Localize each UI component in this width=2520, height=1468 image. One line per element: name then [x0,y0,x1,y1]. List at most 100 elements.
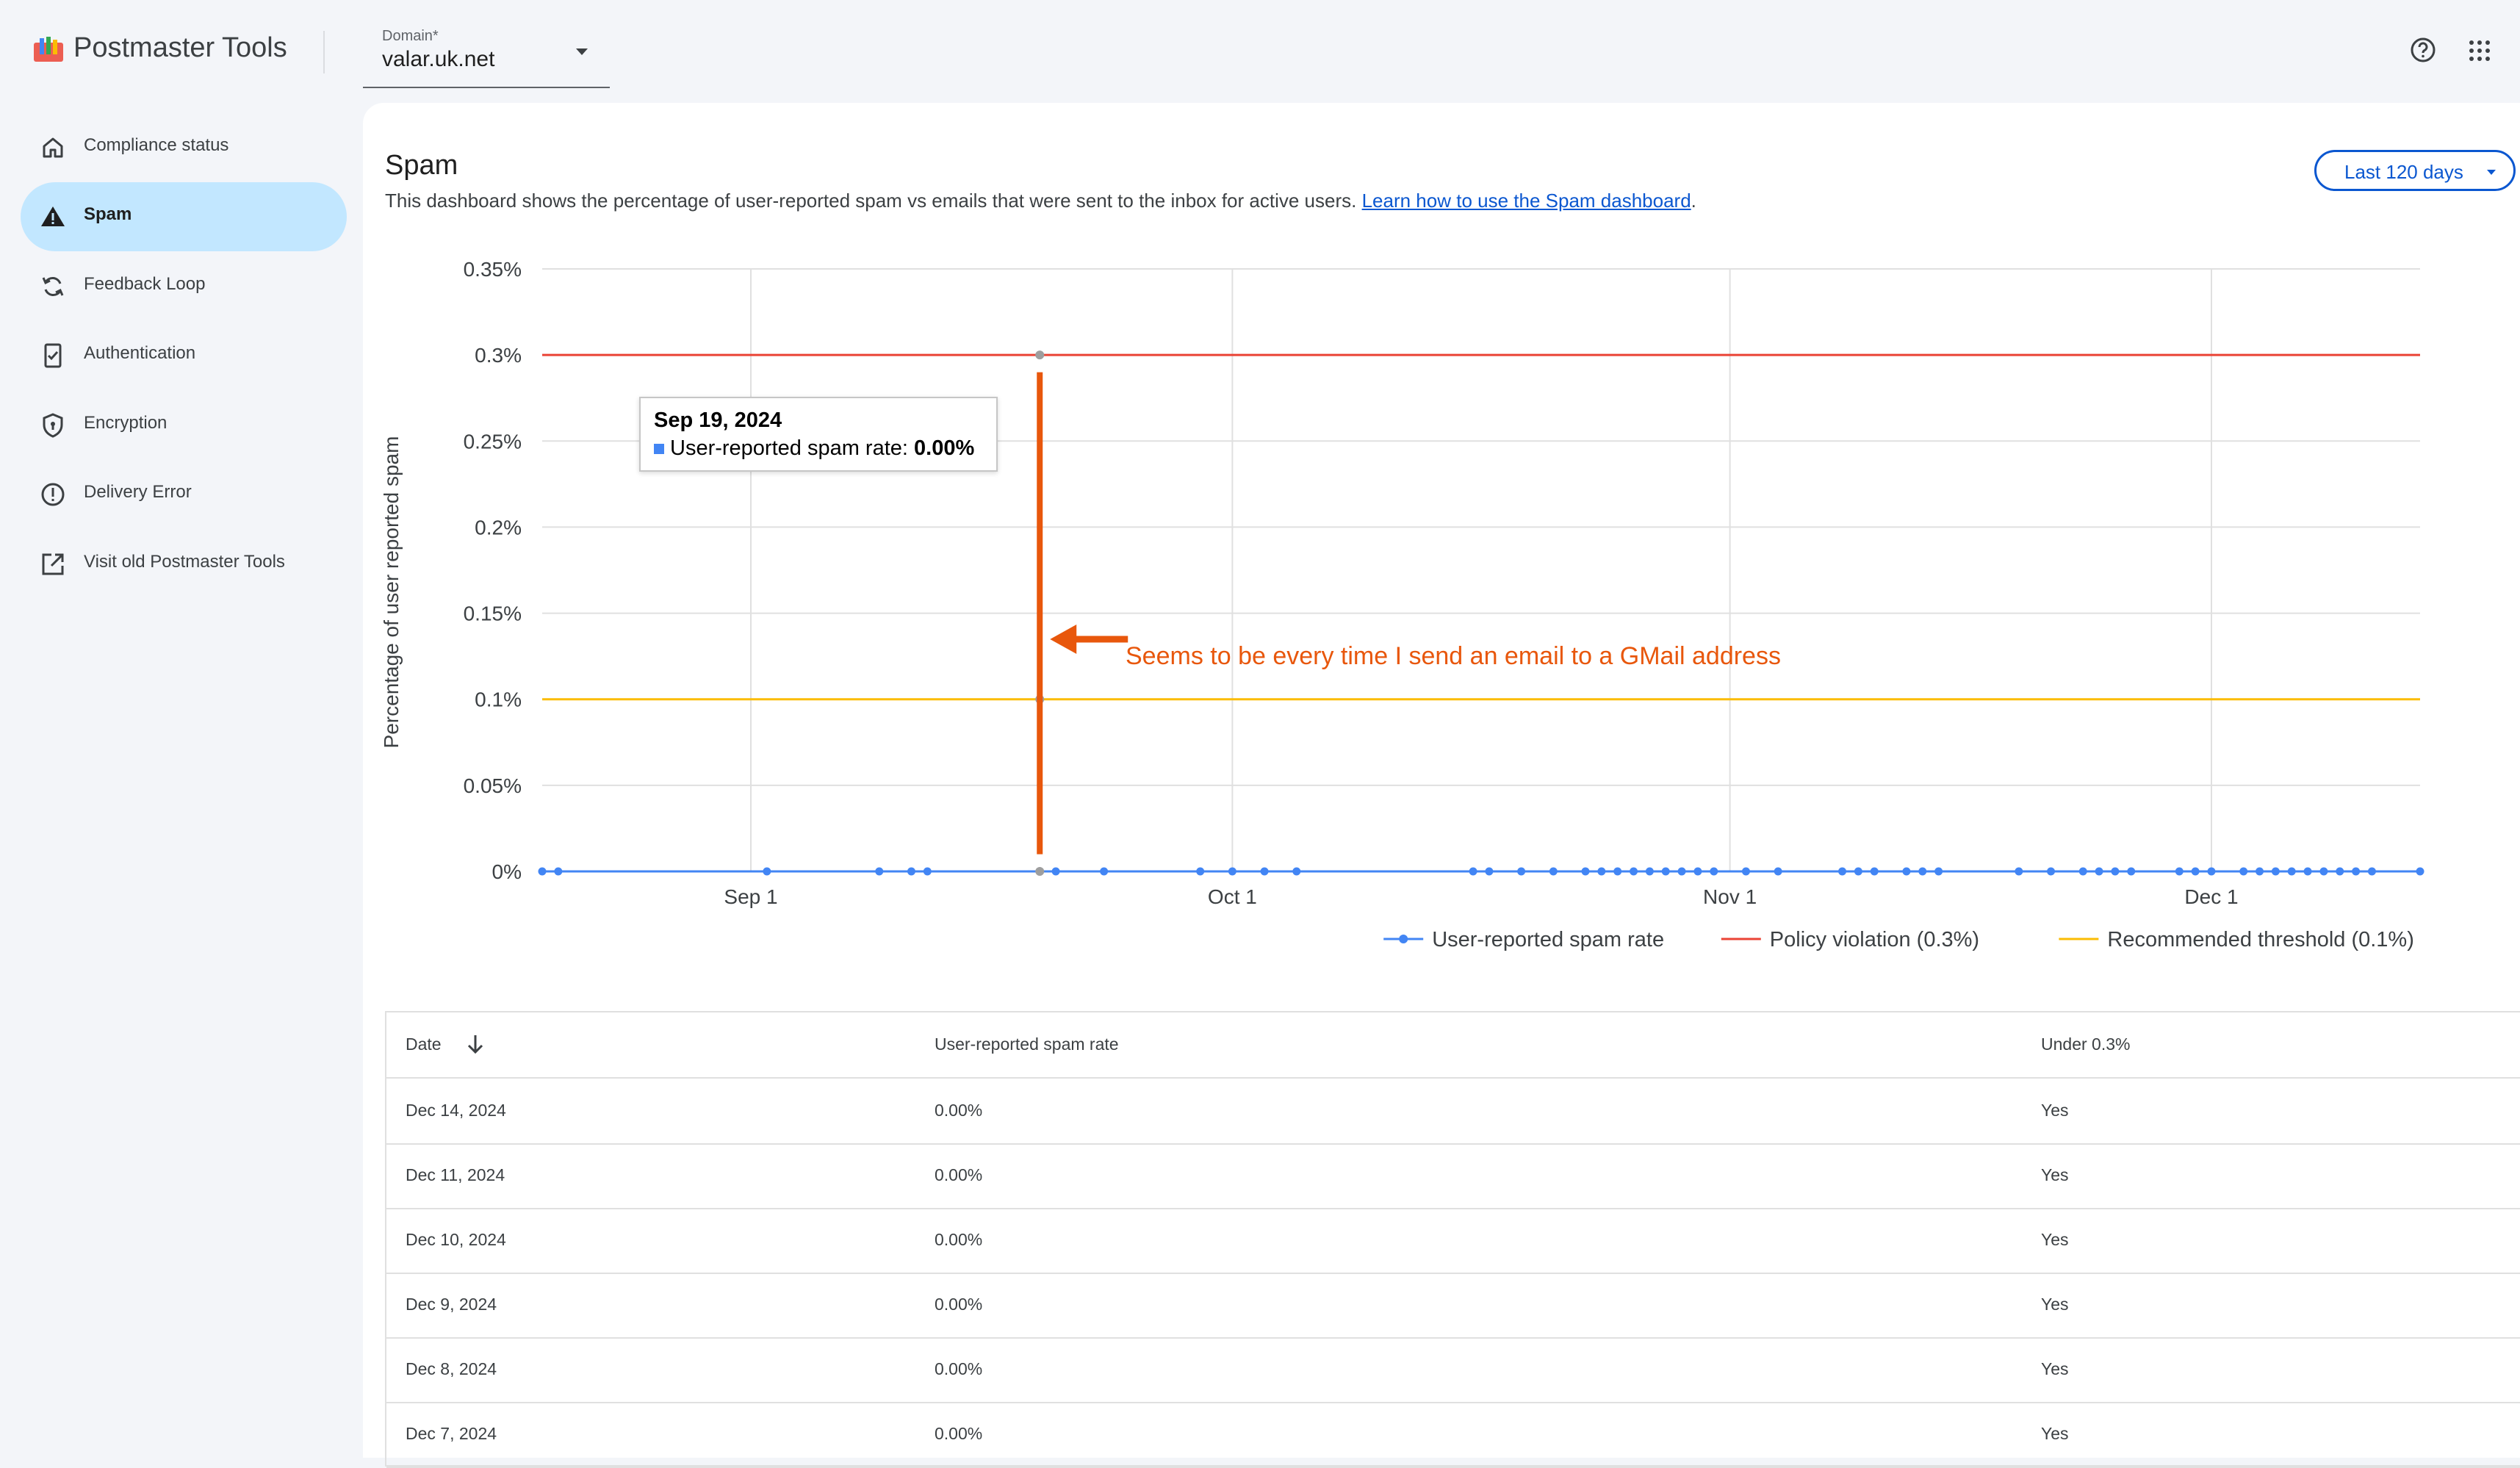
x-tick-label: Dec 1 [2184,885,2238,908]
shield-icon [43,413,63,438]
data-point [554,867,563,876]
dropdown-caret-icon [576,48,588,55]
data-point [2111,867,2120,876]
error-icon [41,483,65,506]
legend-swatch-dot [1399,935,1408,943]
y-tick-label: 0.2% [475,516,522,539]
legend-label: Policy violation (0.3%) [1770,928,1979,951]
sidebar-item-compliance-status[interactable]: Compliance status [21,113,347,182]
data-point [1630,867,1638,876]
sidebar-item-authentication[interactable]: Authentication [21,321,347,390]
data-point [2078,867,2087,876]
data-point [875,867,884,876]
data-point [1485,867,1494,876]
spam-data-table: Date User-reported spam rate Under 0.3% … [385,1011,2520,1468]
domain-select[interactable]: Domain* valar.uk.net [363,22,610,88]
domain-label: Domain* [382,28,439,44]
data-point [1051,867,1060,876]
data-point [2336,867,2344,876]
data-point [1870,867,1879,876]
sidebar-item-visit-old-postmaster-tools[interactable]: Visit old Postmaster Tools [21,530,347,599]
cell-spam-rate: 0.00% [935,1424,983,1443]
data-point [2319,867,2328,876]
column-header-spam-rate[interactable]: User-reported spam rate [935,1035,1119,1054]
x-tick-label: Nov 1 [1703,885,1757,908]
table-header-row: Date User-reported spam rate Under 0.3% [386,1012,2520,1079]
tooltip-label: User-reported spam rate: 0.00% [670,436,974,461]
domain-value: valar.uk.net [382,47,495,71]
table-row: Dec 11, 2024 0.00% Yes [386,1143,2520,1209]
sidebar-item-label: Encryption [84,413,168,433]
sidebar-item-encryption[interactable]: Encryption [21,391,347,460]
annotation-arrow-head [1050,625,1077,654]
sidebar-item-feedback-loop[interactable]: Feedback Loop [21,252,347,321]
tooltip-series-label: User-reported spam rate: [670,436,908,460]
cell-spam-rate: 0.00% [935,1295,983,1314]
cell-under-threshold: Yes [2041,1101,2069,1120]
annotation-text: Seems to be every time I send an email t… [1126,642,1781,670]
data-point [2352,867,2361,876]
y-tick-label: 0% [492,860,522,883]
sidebar-item-label: Delivery Error [84,482,192,502]
data-point [2287,867,2296,876]
data-point [2127,867,2136,876]
cell-date: Dec 11, 2024 [406,1165,505,1184]
cell-under-threshold: Yes [2041,1295,2069,1314]
data-point [1613,867,1622,876]
data-point [763,867,771,876]
data-point [1661,867,1670,876]
data-point [1597,867,1606,876]
data-point [1228,867,1236,876]
x-tick-label: Oct 1 [1208,885,1257,908]
cell-spam-rate: 0.00% [935,1101,983,1120]
data-point [1100,867,1109,876]
legend-label: User-reported spam rate [1432,928,1664,951]
table-row: Dec 9, 2024 0.00% Yes [386,1273,2520,1339]
y-tick-label: 0.1% [475,688,522,711]
postmaster-logo-icon [34,37,63,62]
open-external-icon [42,553,64,575]
spam-rate-chart: 0% 0.05% 0.1% 0.15% 0.2% 0.25% 0.3% 0.35% Sep 1 O… [380,258,2424,951]
data-point [923,867,932,876]
y-tick-label: 0.25% [464,430,522,453]
hover-marker [1035,867,1045,876]
data-point [2175,867,2184,876]
tooltip-date: Sep 19, 2024 [654,409,782,432]
cell-under-threshold: Yes [2041,1359,2069,1378]
data-point [2271,867,2280,876]
data-point [1517,867,1526,876]
main-panel: Spam This dashboard shows the percentage… [363,103,2520,1468]
data-point [2239,867,2248,876]
y-tick-label: 0.15% [464,602,522,625]
cell-date: Dec 14, 2024 [406,1101,506,1120]
sidebar-item-label: Authentication [84,343,196,363]
loop-icon [42,277,64,296]
verified-document-icon [44,343,62,368]
sidebar-item-delivery-error[interactable]: Delivery Error [21,460,347,529]
legend-label: Recommended threshold (0.1%) [2107,928,2413,951]
table-row: Dec 7, 2024 0.00% Yes [386,1402,2520,1468]
cell-date: Dec 8, 2024 [406,1359,497,1378]
header-divider [323,31,325,73]
cell-under-threshold: Yes [2041,1165,2069,1184]
apps-grid-icon[interactable] [2467,38,2492,63]
data-point [1854,867,1862,876]
sidebar-item-label: Feedback Loop [84,274,206,294]
cell-under-threshold: Yes [2041,1424,2069,1443]
sidebar-item-label: Spam [84,204,132,224]
data-point [538,867,547,876]
y-tick-label: 0.35% [464,258,522,281]
chart-grid [542,268,2420,872]
data-point [2191,867,2200,876]
cell-spam-rate: 0.00% [935,1165,983,1184]
column-header-date[interactable]: Date [406,1035,442,1054]
data-point [1774,867,1782,876]
data-point [1693,867,1702,876]
sidebar-item-spam[interactable]: Spam [21,182,347,251]
tooltip-value: 0.00% [914,436,975,460]
cell-date: Dec 10, 2024 [406,1230,506,1249]
help-icon[interactable] [2408,35,2438,65]
arrow-down-icon[interactable] [463,1032,488,1057]
data-point [2095,867,2103,876]
column-header-under-threshold[interactable]: Under 0.3% [2041,1035,2130,1054]
